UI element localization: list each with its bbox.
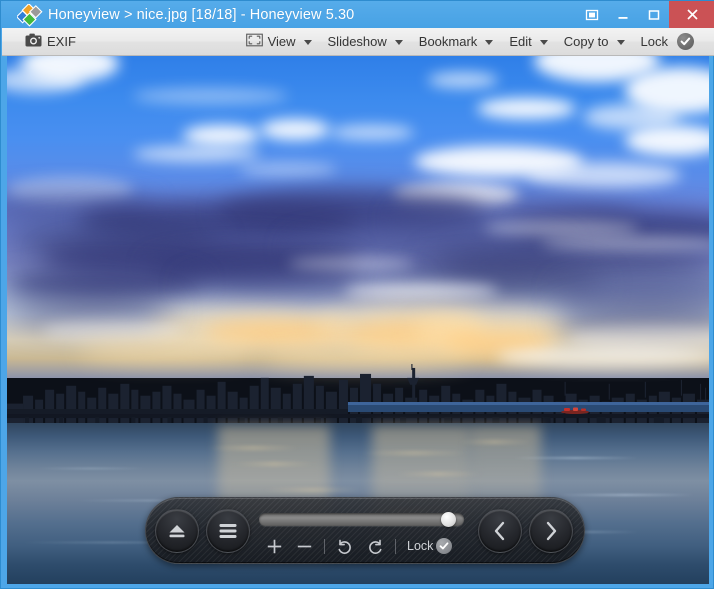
lock-toggle[interactable]: Lock <box>633 28 702 55</box>
rotate-clockwise-button[interactable] <box>360 533 390 559</box>
divider <box>324 538 325 554</box>
progress-slider[interactable] <box>259 512 464 527</box>
chevron-down-icon <box>616 40 625 45</box>
zoom-in-button[interactable] <box>259 533 289 559</box>
bookmark-label: Bookmark <box>418 34 478 49</box>
honeyview-window: Honeyview > nice.jpg [18/18] - Honeyview… <box>0 0 714 589</box>
hamburger-menu-button[interactable] <box>206 509 250 553</box>
slideshow-label: Slideshow <box>327 34 387 49</box>
close-button[interactable] <box>669 1 714 28</box>
control-row: Lock <box>259 532 474 560</box>
floating-control-bar: Lock <box>145 497 585 564</box>
exif-label: EXIF <box>47 34 76 49</box>
copy-to-menu[interactable]: Copy to <box>556 28 633 55</box>
check-circle-icon[interactable] <box>436 538 453 554</box>
main-toolbar: EXIF View Slideshow Bookmark Edit Copy t… <box>2 28 714 56</box>
bookmark-menu[interactable]: Bookmark <box>411 28 502 55</box>
window-controls <box>576 1 714 28</box>
slideshow-menu[interactable]: Slideshow <box>320 28 411 55</box>
bar-lock-label: Lock <box>407 539 434 553</box>
next-image-button[interactable] <box>529 509 573 553</box>
edit-label: Edit <box>509 34 532 49</box>
image-viewport[interactable]: Lock <box>7 56 709 584</box>
rotate-counterclockwise-button[interactable] <box>330 533 360 559</box>
chevron-down-icon <box>485 40 494 45</box>
check-circle-icon <box>677 33 694 50</box>
view-label: View <box>267 34 296 49</box>
zoom-out-button[interactable] <box>289 533 319 559</box>
view-menu[interactable]: View <box>238 28 320 55</box>
lock-label: Lock <box>640 34 668 49</box>
fit-to-window-icon <box>245 33 263 50</box>
chevron-down-icon <box>394 40 403 45</box>
slider-thumb[interactable] <box>441 512 457 527</box>
edit-menu[interactable]: Edit <box>501 28 555 55</box>
chevron-down-icon <box>539 40 548 45</box>
window-title: Honeyview > nice.jpg [18/18] - Honeyview… <box>48 6 355 23</box>
camera-icon <box>25 33 42 50</box>
copy-to-label: Copy to <box>563 34 609 49</box>
boat <box>561 407 590 415</box>
previous-image-button[interactable] <box>478 509 522 553</box>
honeyview-logo-icon <box>15 2 43 28</box>
eject-button[interactable] <box>155 509 199 553</box>
minimize-button[interactable] <box>607 1 638 28</box>
title-bar: Honeyview > nice.jpg [18/18] - Honeyview… <box>1 1 714 28</box>
fullscreen-button[interactable] <box>576 1 607 28</box>
exif-button[interactable]: EXIF <box>17 28 84 55</box>
divider <box>395 538 396 554</box>
chevron-down-icon <box>303 40 312 45</box>
maximize-button[interactable] <box>638 1 669 28</box>
